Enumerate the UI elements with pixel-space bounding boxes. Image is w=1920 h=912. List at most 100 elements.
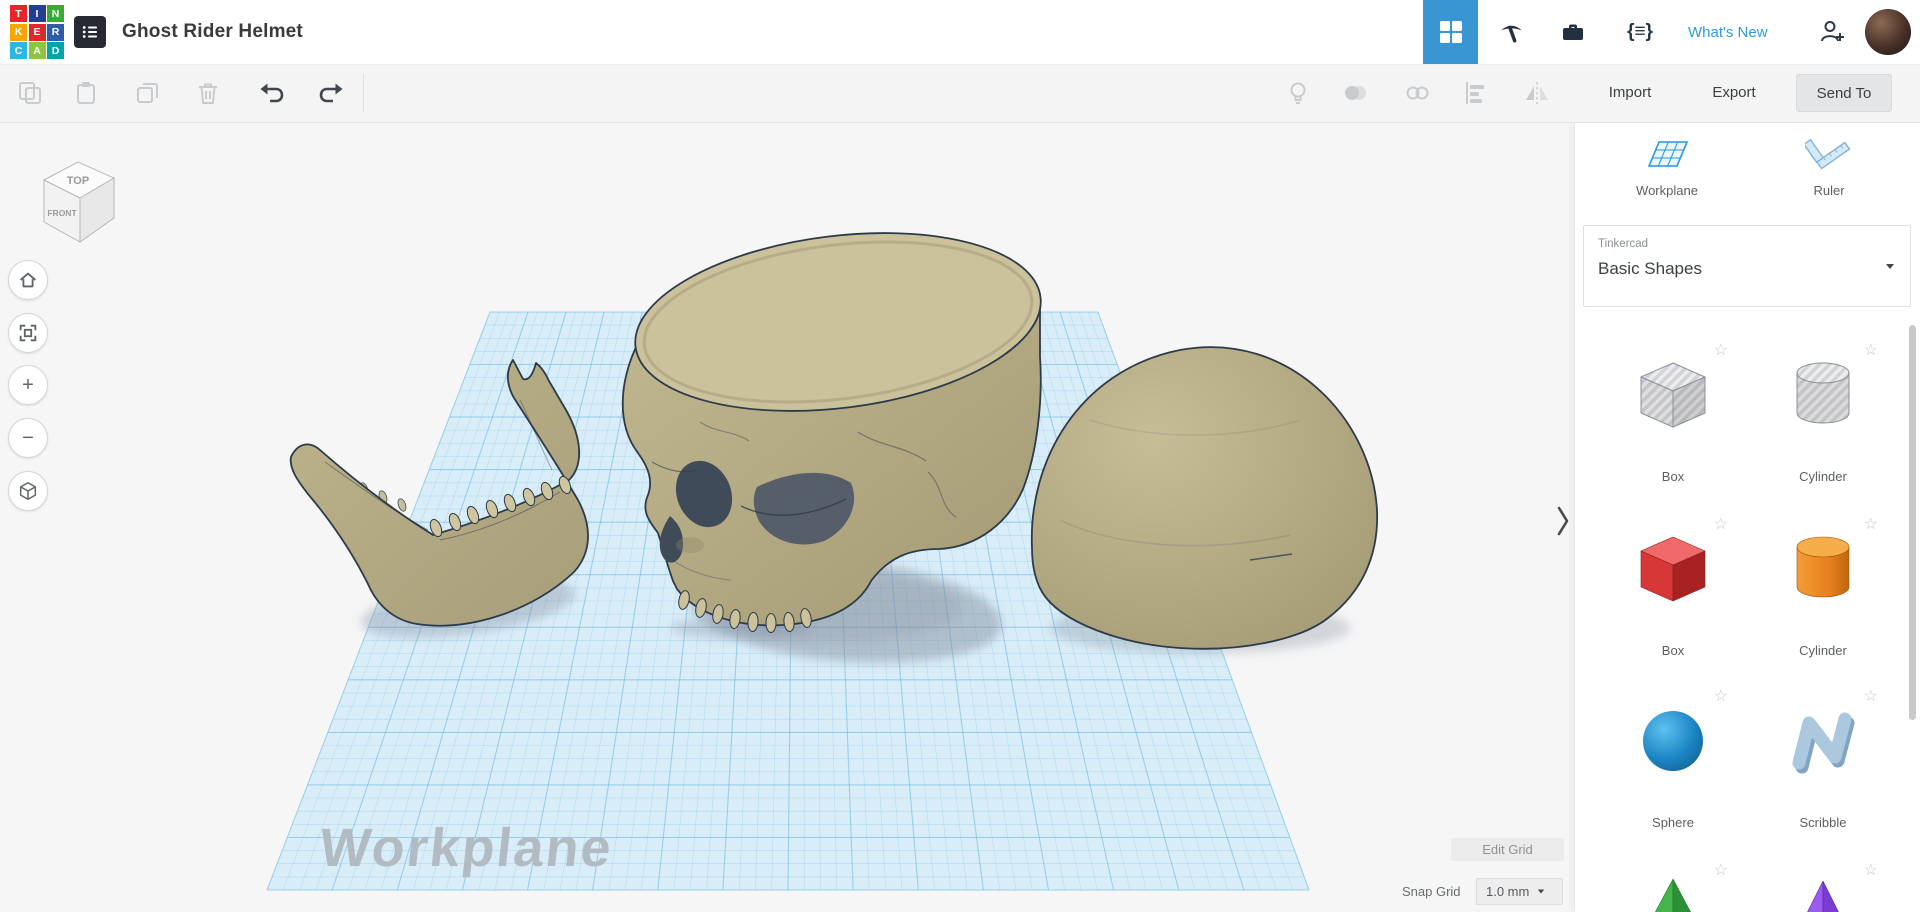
shape-label: Cylinder: [1799, 643, 1847, 658]
flip-button[interactable]: [1517, 73, 1557, 113]
red-box-thumbnail: [1640, 536, 1706, 602]
mirror-icon: [1526, 82, 1548, 104]
whats-new-link[interactable]: What's New: [1688, 0, 1768, 64]
send-to-button[interactable]: Send To: [1796, 74, 1892, 112]
list-menu-icon: [82, 26, 97, 38]
ruler-tool-label: Ruler: [1813, 183, 1845, 198]
undo-button[interactable]: [252, 73, 292, 113]
lightbulb-icon: [1290, 82, 1306, 104]
3d-viewport[interactable]: Workplane: [0, 122, 1574, 912]
invite-button[interactable]: [1813, 0, 1851, 64]
shape-tile-purple[interactable]: ☆: [1768, 863, 1878, 912]
shape-tile-scribble[interactable]: ☆ Scribble: [1768, 689, 1878, 841]
orange-cylinder-thumbnail: [1796, 536, 1850, 598]
logo-letter: N: [47, 5, 64, 22]
logo-letter: D: [47, 42, 64, 59]
shapes-panel: Workplane Ruler Tinkercad Basic Shapes ☆: [1574, 122, 1920, 912]
pyramid-thumbnail: [1655, 878, 1691, 912]
shape-label: Box: [1661, 469, 1685, 484]
shape-label: Cylinder: [1799, 469, 1847, 484]
export-button[interactable]: Export: [1692, 74, 1776, 110]
codeblocks-button[interactable]: {≡}: [1620, 0, 1660, 64]
shape-tile-hole-box[interactable]: ☆ Box: [1618, 343, 1728, 495]
align-icon: [1466, 82, 1484, 104]
favorite-star-icon[interactable]: ☆: [1864, 863, 1878, 879]
shape-tile-sphere[interactable]: ☆ Sphere: [1618, 689, 1728, 841]
favorite-star-icon[interactable]: ☆: [1714, 343, 1728, 359]
sphere-thumbnail: [1643, 711, 1703, 771]
logo-letter: K: [10, 23, 27, 41]
workplane-tool-label: Workplane: [1636, 183, 1698, 198]
edit-toolbar: Import Export Send To: [0, 64, 1920, 123]
logo-letter: I: [28, 5, 46, 22]
align-button[interactable]: [1455, 73, 1495, 113]
pickaxe-icon: [1500, 25, 1522, 42]
minecraft-button[interactable]: [1493, 0, 1529, 64]
group-icon: [1345, 86, 1366, 100]
favorite-star-icon[interactable]: ☆: [1714, 689, 1728, 705]
redo-button[interactable]: [311, 73, 351, 113]
design-tiles-icon: [1439, 21, 1462, 43]
undo-icon: [260, 83, 284, 103]
duplicate-button[interactable]: [128, 73, 168, 113]
caret-down-icon: [1886, 264, 1894, 269]
panel-scrollbar[interactable]: [1909, 325, 1916, 720]
show-hide-button[interactable]: [1278, 73, 1318, 113]
toolbar-divider: [363, 74, 364, 112]
delete-button[interactable]: [188, 73, 228, 113]
favorite-star-icon[interactable]: ☆: [1864, 343, 1878, 359]
paste-icon: [77, 82, 95, 104]
hole-box-thumbnail: [1640, 362, 1706, 428]
view-cube[interactable]: TOP FRONT: [36, 150, 122, 250]
tinkercad-logo[interactable]: T I N K E R C A D: [10, 5, 66, 59]
shape-label: Box: [1661, 643, 1685, 658]
logo-letter: R: [47, 23, 64, 41]
app-header: T I N K E R C A D Ghost Rider Helmet {≡}…: [0, 0, 1920, 65]
design-title[interactable]: Ghost Rider Helmet: [122, 0, 303, 64]
ungroup-icon: [1406, 86, 1429, 100]
library-selected-value: Basic Shapes: [1598, 259, 1702, 278]
trash-icon: [199, 83, 217, 104]
paste-button[interactable]: [66, 73, 106, 113]
library-caption: Tinkercad: [1598, 238, 1649, 250]
workplane-grid-icon: [1647, 141, 1689, 167]
person-add-icon: [1821, 21, 1844, 42]
logo-letter: C: [10, 42, 27, 59]
import-button[interactable]: Import: [1588, 74, 1672, 110]
briefcase-icon: [1563, 24, 1583, 40]
duplicate-icon: [137, 83, 158, 103]
purple-shape-thumbnail: [1807, 880, 1839, 912]
shape-tile-orange-cylinder[interactable]: ☆ Cylinder: [1768, 517, 1878, 669]
design-menu-button[interactable]: [74, 16, 106, 48]
favorite-star-icon[interactable]: ☆: [1864, 689, 1878, 705]
shape-library-dropdown[interactable]: Tinkercad Basic Shapes: [1583, 225, 1911, 307]
workplane-tool-button[interactable]: Workplane: [1602, 134, 1732, 198]
hole-cylinder-thumbnail: [1796, 362, 1850, 424]
shape-label: Sphere: [1652, 815, 1694, 830]
shape-tile-pyramid[interactable]: ☆: [1618, 863, 1728, 912]
view-cube-top-label: TOP: [67, 175, 89, 187]
view-cube-front-label: FRONT: [47, 208, 77, 218]
tinkercad-app: T I N K E R C A D Ghost Rider Helmet {≡}…: [0, 0, 1920, 912]
copy-icon: [19, 82, 41, 104]
codeblocks-icon: {≡}: [1627, 21, 1653, 42]
favorite-star-icon[interactable]: ☆: [1864, 517, 1878, 533]
logo-letter: E: [28, 23, 46, 41]
ungroup-button[interactable]: [1397, 73, 1437, 113]
scribble-thumbnail: [1792, 712, 1855, 774]
portfolio-button[interactable]: [1555, 0, 1591, 64]
ruler-icon: [1802, 138, 1851, 170]
shape-label: Scribble: [1799, 815, 1847, 830]
3d-designs-button[interactable]: [1423, 0, 1478, 64]
avatar[interactable]: [1865, 9, 1911, 55]
group-button[interactable]: [1335, 73, 1375, 113]
copy-button[interactable]: [10, 73, 50, 113]
shape-tile-hole-cylinder[interactable]: ☆ Cylinder: [1768, 343, 1878, 495]
favorite-star-icon[interactable]: ☆: [1714, 517, 1728, 533]
favorite-star-icon[interactable]: ☆: [1714, 863, 1728, 879]
ruler-tool-button[interactable]: Ruler: [1764, 134, 1894, 198]
workplane-watermark: Workplane: [317, 818, 616, 878]
logo-letter: A: [28, 42, 46, 59]
redo-icon: [319, 83, 343, 103]
shape-tile-red-box[interactable]: ☆ Box: [1618, 517, 1728, 669]
